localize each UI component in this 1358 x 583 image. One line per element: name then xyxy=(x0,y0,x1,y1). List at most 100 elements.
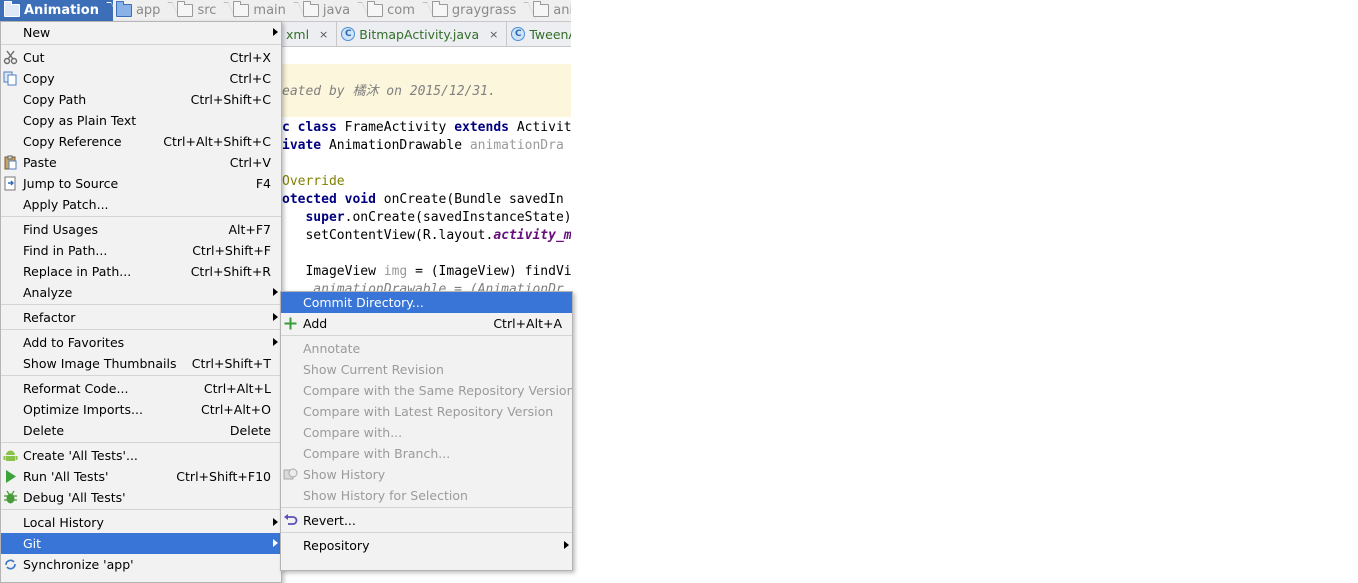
breadcrumb-label: graygrass xyxy=(451,3,517,18)
menu-item-synchronize-app[interactable]: Synchronize 'app' xyxy=(1,554,281,575)
menu-item-optimize-imports[interactable]: Optimize Imports... Ctrl+Alt+O xyxy=(1,399,281,420)
menu-item-show-history: Show History xyxy=(281,464,572,485)
breadcrumb-java[interactable]: java xyxy=(300,0,364,21)
menu-item-delete[interactable]: Delete Delete xyxy=(1,420,281,441)
tab-label: TweenActi xyxy=(529,26,571,42)
menu-item-copy-reference[interactable]: Copy Reference Ctrl+Alt+Shift+C xyxy=(1,131,281,152)
menu-item-label: Paste xyxy=(23,155,57,170)
menu-item-add[interactable]: Add Ctrl+Alt+A xyxy=(281,313,572,334)
menu-item-repository[interactable]: Repository xyxy=(281,535,572,556)
tab-bitmapactivity-java[interactable]: C BitmapActivity.java × xyxy=(337,22,508,46)
breadcrumb-label: app xyxy=(135,3,161,18)
code-line: super.onCreate(savedInstanceState) xyxy=(282,209,571,227)
menu-item-shortcut: Ctrl+X xyxy=(229,50,271,65)
folder-icon xyxy=(431,1,448,17)
menu-item-label: Find Usages xyxy=(23,222,99,237)
menu-item-refactor[interactable]: Refactor xyxy=(1,307,281,328)
menu-item-show-image-thumbnails[interactable]: Show Image Thumbnails Ctrl+Shift+T xyxy=(1,353,281,374)
menu-item-copy-as-plain-text[interactable]: Copy as Plain Text xyxy=(1,110,281,131)
menu-item-new[interactable]: New xyxy=(1,22,281,43)
code-line: eated by 橘沐 on 2015/12/31. xyxy=(282,83,496,101)
menu-item-reformat-code[interactable]: Reformat Code... Ctrl+Alt+L xyxy=(1,378,281,399)
menu-item-cut[interactable]: Cut Ctrl+X xyxy=(1,47,281,68)
menu-item-label: Copy Reference xyxy=(23,134,122,149)
tab-tweenacti[interactable]: CTweenActi xyxy=(507,22,571,46)
menu-item-shortcut: Alt+F7 xyxy=(228,222,271,237)
submenu-arrow-icon xyxy=(273,539,278,547)
menu-item-shortcut: Ctrl+V xyxy=(229,155,271,170)
menu-item-compare-with: Compare with... xyxy=(281,422,572,443)
code-token: = (ImageView) findVi xyxy=(415,264,571,279)
breadcrumb-src[interactable]: src xyxy=(174,0,230,21)
menu-item-create-all-tests[interactable]: Create 'All Tests'... xyxy=(1,445,281,466)
jump-icon xyxy=(3,176,18,191)
breadcrumb-animation[interactable]: animation xyxy=(530,0,571,21)
menu-item-find-usages[interactable]: Find Usages Alt+F7 xyxy=(1,219,281,240)
menu-item-revert[interactable]: Revert... xyxy=(281,510,572,531)
breadcrumb-label: java xyxy=(322,3,351,18)
menu-item-label: Refactor xyxy=(23,310,76,325)
paste-icon xyxy=(3,155,18,170)
menu-item-paste[interactable]: Paste Ctrl+V xyxy=(1,152,281,173)
menu-item-add-to-favorites[interactable]: Add to Favorites xyxy=(1,332,281,353)
code-line: ImageView img = (ImageView) findVi xyxy=(282,263,571,281)
navigation-breadcrumb: Animation app src main java com graygrass anima… xyxy=(0,0,571,22)
menu-item-run-all-tests[interactable]: Run 'All Tests' Ctrl+Shift+F10 xyxy=(1,466,281,487)
submenu-arrow-icon xyxy=(273,28,278,36)
menu-item-replace-in-path[interactable]: Replace in Path... Ctrl+Shift+R xyxy=(1,261,281,282)
module-folder-icon xyxy=(4,1,20,17)
code-line: c class FrameActivity extends Activit xyxy=(282,119,571,137)
menu-item-copy-path[interactable]: Copy Path Ctrl+Shift+C xyxy=(1,89,281,110)
menu-item-jump-to-source[interactable]: Jump to Source F4 xyxy=(1,173,281,194)
editor-tab-bar: xml × C BitmapActivity.java × CTweenActi xyxy=(282,22,571,47)
menu-item-label: Add xyxy=(303,316,328,331)
menu-item-label: Replace in Path... xyxy=(23,264,132,279)
breadcrumb-com[interactable]: com xyxy=(364,0,429,21)
close-tab-icon[interactable]: × xyxy=(489,28,498,41)
menu-item-show-history-for-selection: Show History for Selection xyxy=(281,485,572,506)
menu-item-debug-all-tests[interactable]: Debug 'All Tests' xyxy=(1,487,281,508)
breadcrumb-app[interactable]: app xyxy=(113,0,174,21)
menu-item-apply-patch[interactable]: Apply Patch... xyxy=(1,194,281,215)
menu-item-shortcut: Delete xyxy=(229,423,271,438)
breadcrumb-label: Animation xyxy=(24,3,99,18)
menu-item-shortcut: Ctrl+Alt+O xyxy=(201,402,271,417)
menu-item-find-in-path[interactable]: Find in Path... Ctrl+Shift+F xyxy=(1,240,281,261)
breadcrumb-animation[interactable]: Animation xyxy=(0,0,113,21)
menu-item-git[interactable]: Git xyxy=(1,533,281,554)
code-token: setContentView(R.layout. xyxy=(282,228,494,243)
menu-item-label: Compare with Branch... xyxy=(303,446,451,461)
menu-item-compare-with-latest-repository-version: Compare with Latest Repository Version xyxy=(281,401,572,422)
menu-item-local-history[interactable]: Local History xyxy=(1,512,281,533)
code-token: AnimationDrawable xyxy=(328,138,470,153)
breadcrumb-label: animation xyxy=(553,3,571,18)
menu-separator xyxy=(1,329,281,330)
menu-item-commit-directory[interactable]: Commit Directory... xyxy=(281,292,572,313)
tab-xml[interactable]: xml × xyxy=(282,22,338,46)
menu-item-shortcut: Ctrl+Alt+Shift+C xyxy=(163,134,271,149)
class-icon: C xyxy=(511,27,526,41)
menu-item-label: Compare with Latest Repository Version xyxy=(303,404,554,419)
menu-item-analyze[interactable]: Analyze xyxy=(1,282,281,303)
tab-label: xml xyxy=(286,26,310,42)
menu-item-copy[interactable]: Copy Ctrl+C xyxy=(1,68,281,89)
breadcrumb-graygrass[interactable]: graygrass xyxy=(429,0,530,21)
menu-item-compare-with-the-same-repository-version: Compare with the Same Repository Version xyxy=(281,380,572,401)
sync-icon xyxy=(3,557,18,572)
menu-item-label: Synchronize 'app' xyxy=(23,557,134,572)
menu-item-shortcut: Ctrl+C xyxy=(229,71,271,86)
menu-item-label: Delete xyxy=(23,423,65,438)
code-token: onCreate(Bundle savedIn xyxy=(383,192,564,207)
menu-separator xyxy=(281,507,572,508)
code-token: .onCreate(savedInstanceState) xyxy=(344,210,571,225)
tab-label: BitmapActivity.java xyxy=(359,26,480,42)
breadcrumb-main[interactable]: main xyxy=(230,0,299,21)
submenu-arrow-icon xyxy=(273,313,278,321)
close-tab-icon[interactable]: × xyxy=(319,28,328,41)
menu-item-label: Git xyxy=(23,536,42,551)
git-submenu: Commit Directory... Add Ctrl+Alt+A Annotate… xyxy=(280,291,573,571)
menu-item-show-current-revision: Show Current Revision xyxy=(281,359,572,380)
menu-item-label: Revert... xyxy=(303,513,356,528)
menu-item-annotate: Annotate xyxy=(281,338,572,359)
menu-item-shortcut: Ctrl+Alt+A xyxy=(493,316,562,331)
